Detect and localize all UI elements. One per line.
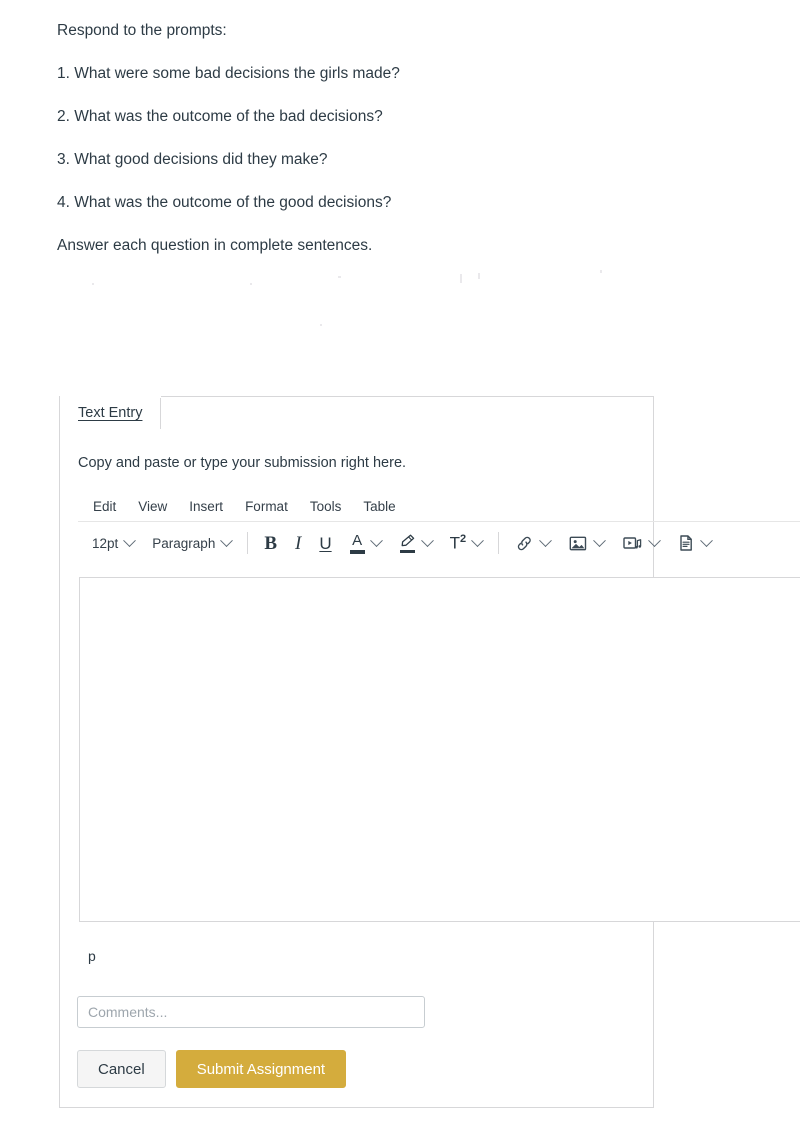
document-icon: [680, 535, 693, 551]
image-icon: [569, 536, 587, 550]
prompt-question-4: 4. What was the outcome of the good deci…: [57, 193, 392, 211]
chevron-down-icon: [471, 533, 485, 547]
render-artifact: [478, 273, 480, 279]
cancel-button[interactable]: Cancel: [77, 1050, 166, 1088]
prompt-closing: Answer each question in complete sentenc…: [57, 236, 373, 254]
editor-content-area[interactable]: [79, 577, 800, 922]
underline-button[interactable]: U: [310, 529, 340, 557]
submit-assignment-button[interactable]: Submit Assignment: [175, 1050, 347, 1088]
comments-input[interactable]: [77, 996, 425, 1028]
prompt-question-3: 3. What good decisions did they make?: [57, 150, 328, 168]
chevron-down-icon: [593, 533, 607, 547]
highlight-color-button[interactable]: [390, 529, 441, 557]
insert-document-button[interactable]: [668, 529, 720, 557]
italic-button[interactable]: I: [286, 529, 310, 557]
menu-format[interactable]: Format: [235, 496, 298, 517]
render-artifact: [92, 283, 94, 285]
superscript-exponent: 2: [460, 533, 467, 546]
menu-tools[interactable]: Tools: [300, 496, 352, 517]
underline-icon: U: [319, 533, 332, 553]
font-size-select[interactable]: 12pt: [83, 529, 143, 557]
editor-toolbar: 12pt Paragraph B I U A T2: [78, 522, 800, 564]
editor-status-path: p: [88, 948, 96, 964]
menu-edit[interactable]: Edit: [83, 496, 126, 517]
chevron-down-icon: [700, 533, 714, 547]
rich-text-editor: Edit View Insert Format Tools Table 12pt…: [78, 492, 800, 564]
menu-view[interactable]: View: [128, 496, 177, 517]
insert-image-button[interactable]: [559, 529, 613, 557]
block-format-select[interactable]: Paragraph: [143, 529, 240, 557]
tab-text-entry[interactable]: Text Entry: [59, 396, 162, 429]
menu-table[interactable]: Table: [353, 496, 405, 517]
render-artifact: [320, 324, 322, 326]
chevron-down-icon: [123, 533, 137, 547]
submission-tab-strip: Text Entry: [59, 396, 654, 429]
assignment-prompt: Respond to the prompts: 1. What were som…: [57, 22, 757, 255]
chevron-down-icon: [539, 533, 553, 547]
font-size-value: 12pt: [92, 535, 119, 551]
toolbar-divider: [247, 532, 249, 554]
chevron-down-icon: [420, 533, 434, 547]
link-icon: [517, 536, 531, 550]
render-artifact: [338, 276, 341, 278]
bold-button[interactable]: B: [255, 529, 286, 557]
block-format-value: Paragraph: [152, 535, 216, 551]
highlighter-icon: [399, 534, 416, 553]
render-artifact: [460, 274, 462, 283]
chevron-down-icon: [369, 533, 383, 547]
highlighter-pen-icon: [401, 534, 414, 546]
submission-actions: Cancel Submit Assignment: [77, 1050, 347, 1088]
chevron-down-icon: [220, 533, 234, 547]
toolbar-divider: [498, 532, 500, 554]
prompt-question-1: 1. What were some bad decisions the girl…: [57, 64, 400, 82]
superscript-button[interactable]: T2: [441, 529, 492, 557]
editor-menubar: Edit View Insert Format Tools Table: [78, 492, 800, 522]
insert-link-button[interactable]: [506, 529, 559, 557]
assignment-submission-page: Respond to the prompts: 1. What were som…: [0, 0, 800, 1122]
bold-icon: B: [264, 532, 278, 554]
italic-icon: I: [295, 532, 302, 554]
text-color-letter: A: [352, 531, 363, 549]
chevron-down-icon: [648, 533, 662, 547]
text-color-swatch: [349, 549, 365, 554]
insert-media-button[interactable]: [613, 529, 668, 557]
tab-text-entry-label: Text Entry: [78, 405, 143, 421]
render-artifact: [250, 283, 252, 285]
text-color-icon: A: [349, 531, 365, 554]
superscript-icon: T2: [450, 534, 467, 552]
superscript-base: T: [449, 533, 461, 553]
text-color-button[interactable]: A: [341, 529, 390, 557]
editor-hint-text: Copy and paste or type your submission r…: [78, 455, 407, 471]
highlight-color-swatch: [399, 549, 415, 553]
prompt-intro: Respond to the prompts:: [57, 22, 227, 39]
render-artifact: [600, 270, 602, 273]
prompt-question-2: 2. What was the outcome of the bad decis…: [57, 107, 383, 125]
menu-insert[interactable]: Insert: [179, 496, 233, 517]
media-icon: [623, 536, 642, 549]
